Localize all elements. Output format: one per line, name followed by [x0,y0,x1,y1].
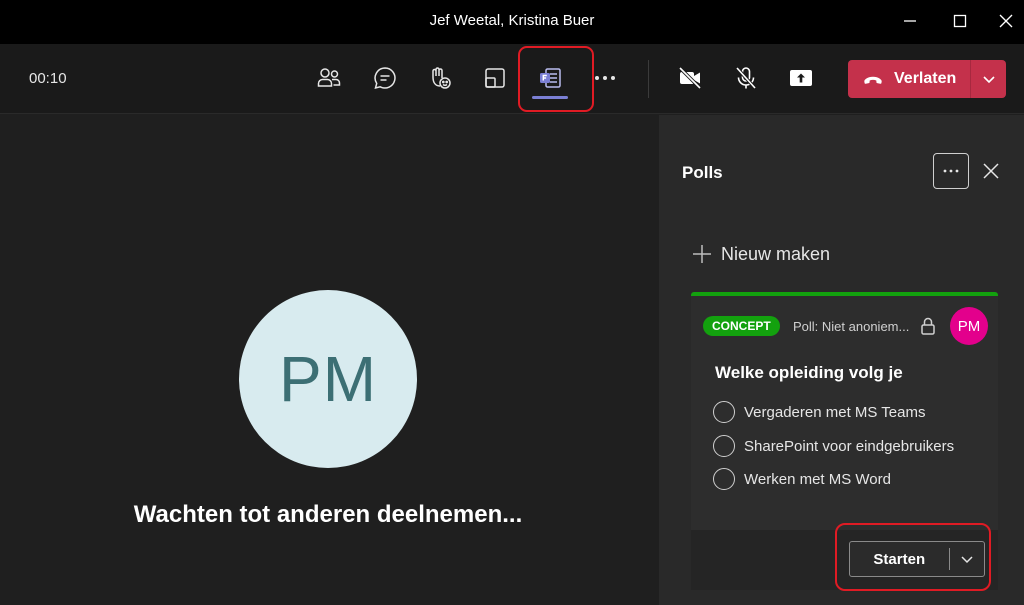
more-icon [595,76,615,80]
create-new-poll-button[interactable]: Nieuw maken [691,243,830,265]
active-app-indicator [532,96,568,99]
participants-button[interactable] [313,62,345,94]
participant-avatar: PM [239,290,417,468]
create-new-label: Nieuw maken [721,243,831,264]
window-title: Jef Weetal, Kristina Buer [429,12,595,29]
share-screen-button[interactable] [785,62,817,94]
maximize-button[interactable] [946,8,974,34]
minimize-button[interactable] [896,8,924,34]
close-icon [999,14,1013,28]
title-bar: Jef Weetal, Kristina Buer [0,0,1024,44]
panel-title: Polls [682,163,723,182]
share-tray-icon [790,70,812,86]
radio-button[interactable] [713,435,735,457]
panel-close-button[interactable] [979,159,1003,183]
leave-button[interactable]: Verlaten [848,60,970,98]
camera-toggle-button[interactable] [674,62,706,94]
radio-button[interactable] [713,401,735,423]
leave-label: Verlaten [894,70,957,87]
raise-hand-icon [432,67,451,89]
close-window-button[interactable] [992,8,1020,34]
poll-option[interactable]: Werken met MS Word [713,468,891,490]
toolbar-divider [648,60,649,98]
participant-initials: PM [279,343,377,415]
poll-author-avatar: PM [950,307,988,345]
meeting-timer: 00:10 [29,70,67,87]
radio-button[interactable] [713,468,735,490]
poll-option[interactable]: SharePoint voor eindgebruikers [713,435,954,457]
leave-button-group: Verlaten [848,60,1006,98]
microphone-toggle-button[interactable] [730,62,762,94]
more-icon [943,169,959,173]
minimize-icon [904,20,916,22]
polls-panel: Polls Nieuw maken CONCEPT Poll: Niet ano… [659,115,1024,605]
meeting-stage: PM Wachten tot anderen deelnemen... [0,115,658,605]
poll-option-label: SharePoint voor eindgebruikers [744,437,955,455]
plus-icon [693,245,711,263]
status-badge: CONCEPT [703,316,780,336]
rooms-button[interactable] [479,62,511,94]
waiting-message: Wachten tot anderen deelnemen... [133,501,523,528]
meeting-toolbar: 00:10 Verlaten [0,44,1024,114]
reactions-button[interactable] [424,62,456,94]
microphone-off-icon [735,66,757,90]
poll-option[interactable]: Vergaderen met MS Teams [713,401,925,423]
panel-more-options-button[interactable] [933,153,969,189]
lock-icon [921,317,935,335]
chevron-down-icon [982,76,995,84]
start-highlight-box [835,523,991,591]
hang-up-icon [864,76,882,84]
close-icon [983,163,999,179]
people-icon [317,68,341,87]
chat-button[interactable] [369,62,401,94]
poll-question: Welke opleiding volg je [715,363,903,382]
poll-option-label: Werken met MS Word [744,470,891,488]
camera-off-icon [678,66,702,90]
poll-option-label: Vergaderen met MS Teams [744,403,926,421]
chat-icon [374,67,396,90]
maximize-icon [953,14,967,28]
more-actions-button[interactable] [589,62,621,94]
breakout-rooms-icon [485,68,505,88]
poll-meta: Poll: Niet anoniem... [793,319,910,334]
apps-forms-button[interactable] [534,62,566,94]
leave-options-button[interactable] [971,60,1006,98]
forms-app-icon [540,68,561,88]
